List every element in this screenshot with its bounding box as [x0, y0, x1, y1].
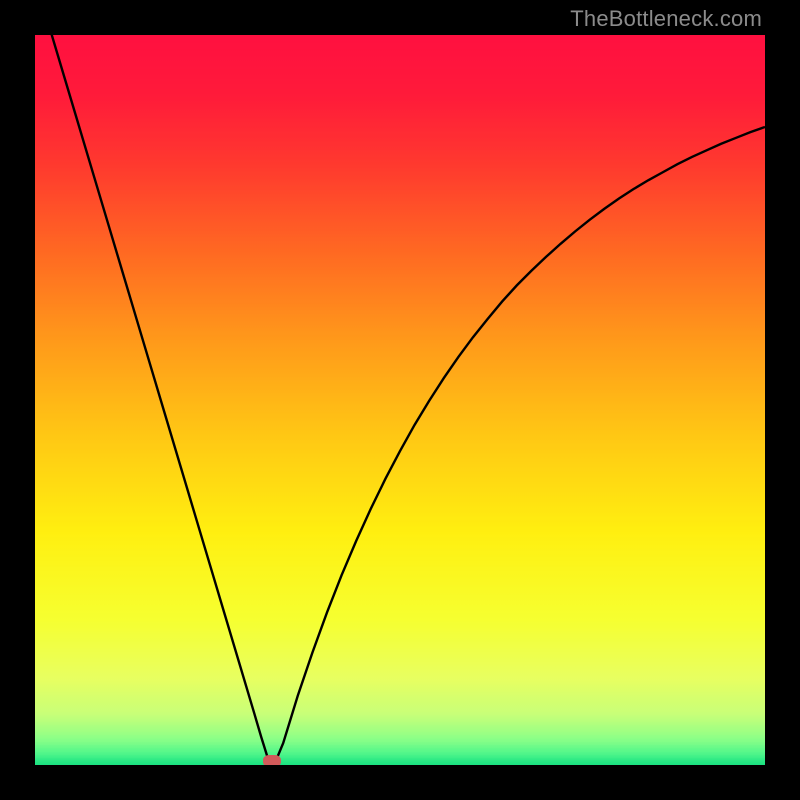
bottleneck-curve: [35, 35, 765, 761]
watermark-text: TheBottleneck.com: [570, 6, 762, 32]
chart-frame: TheBottleneck.com: [0, 0, 800, 800]
valley-marker: [263, 755, 281, 765]
curve-svg: [35, 35, 765, 765]
plot-area: [35, 35, 765, 765]
